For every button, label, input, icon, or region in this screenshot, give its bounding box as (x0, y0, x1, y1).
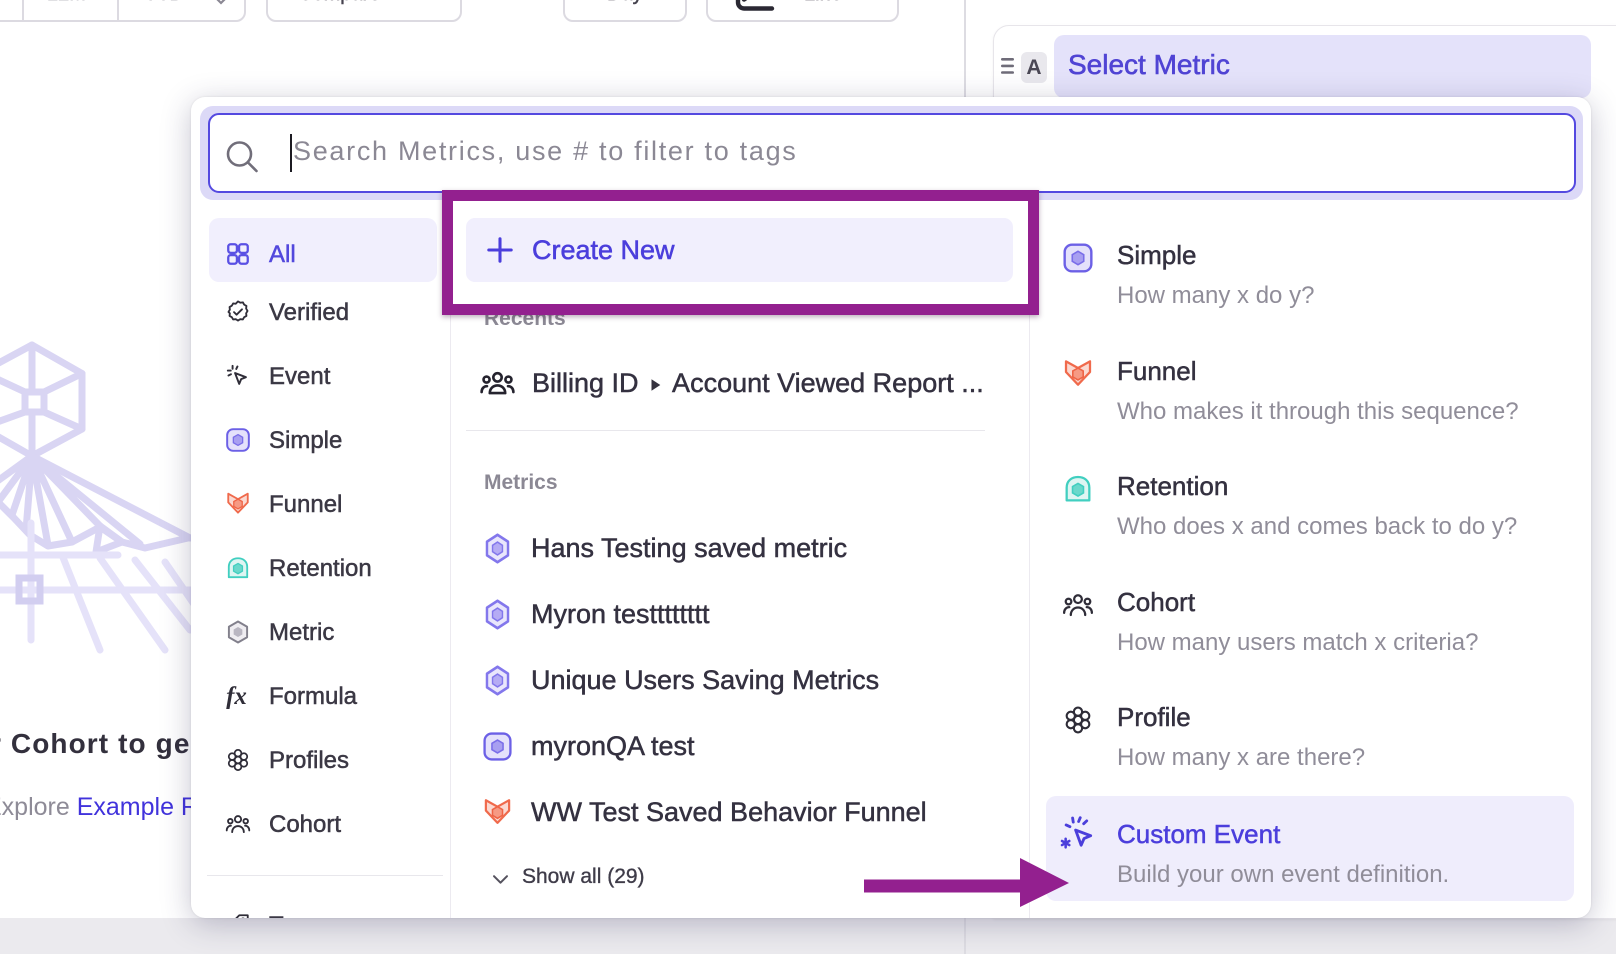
svg-text:fx: fx (226, 683, 247, 709)
